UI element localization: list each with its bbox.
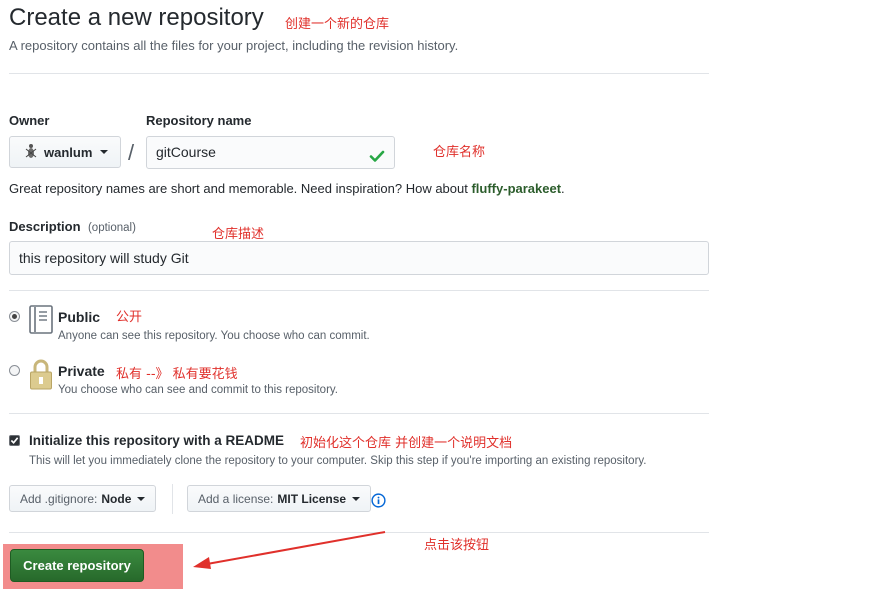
- init-readme-description: This will let you immediately clone the …: [29, 455, 647, 467]
- check-icon: [369, 144, 385, 175]
- private-radio[interactable]: [9, 365, 20, 376]
- page-title: Create a new repository: [9, 4, 264, 31]
- repo-name-label: Repository name: [146, 113, 252, 128]
- divider: [172, 484, 173, 514]
- license-prefix: Add a license:: [198, 491, 274, 506]
- annotation-private: 私有 --》 私有要花钱: [116, 367, 238, 382]
- gitignore-prefix: Add .gitignore:: [20, 491, 98, 506]
- owner-label: Owner: [9, 113, 50, 128]
- gitignore-select[interactable]: Add .gitignore: Node: [9, 485, 157, 512]
- path-separator: /: [128, 140, 135, 165]
- private-label: Private: [58, 363, 105, 379]
- owner-value: wanlum: [44, 144, 93, 160]
- public-description: Anyone can see this repository. You choo…: [58, 330, 370, 342]
- annotation-init: 初始化这个仓库 并创建一个说明文档: [300, 436, 513, 451]
- name-suggestion[interactable]: fluffy-parakeet: [471, 181, 561, 196]
- optional-label: (optional): [87, 222, 136, 234]
- license-select[interactable]: Add a license: MIT License: [187, 485, 372, 512]
- annotation-click: 点击该按钮: [424, 538, 490, 553]
- lock-icon: [29, 359, 53, 396]
- init-readme-label[interactable]: Initialize this repository with a README: [29, 433, 284, 448]
- gitignore-value: Node: [101, 491, 132, 506]
- create-repository-button[interactable]: Create repository: [10, 549, 144, 582]
- arrow-icon: [193, 531, 386, 569]
- public-radio[interactable]: [9, 311, 20, 322]
- annotation-repo-name: 仓库名称: [433, 145, 486, 160]
- init-readme-checkbox[interactable]: [9, 435, 20, 446]
- public-label: Public: [58, 309, 101, 325]
- owner-avatar-icon: [24, 143, 38, 162]
- page-subtitle: A repository contains all the files for …: [9, 38, 459, 53]
- book-icon: [28, 305, 54, 340]
- repo-name-value: gitCourse: [156, 144, 216, 160]
- chevron-down-icon: [100, 150, 109, 154]
- annotation-description: 仓库描述: [212, 227, 265, 242]
- license-value: MIT License: [277, 491, 347, 506]
- name-hint: Great repository names are short and mem…: [9, 181, 565, 196]
- description-label-row: Description (optional): [9, 218, 136, 236]
- chevron-down-icon: [352, 496, 361, 501]
- description-label: Description: [9, 219, 81, 234]
- divider: [9, 290, 709, 291]
- divider: [9, 413, 709, 414]
- name-hint-suffix: .: [561, 181, 565, 196]
- owner-select[interactable]: wanlum: [9, 136, 121, 168]
- annotation-public: 公开: [116, 310, 143, 325]
- annotation-title: 创建一个新的仓库: [285, 17, 390, 32]
- private-description: You choose who can see and commit to thi…: [58, 384, 338, 396]
- description-value: this repository will study Git: [19, 250, 189, 266]
- checkmark-icon: [10, 437, 19, 444]
- name-hint-text: Great repository names are short and mem…: [9, 181, 472, 196]
- info-icon[interactable]: [371, 493, 386, 513]
- chevron-down-icon: [137, 496, 146, 501]
- description-input[interactable]: this repository will study Git: [9, 241, 709, 275]
- repo-name-input[interactable]: gitCourse: [146, 136, 395, 169]
- divider: [9, 73, 709, 74]
